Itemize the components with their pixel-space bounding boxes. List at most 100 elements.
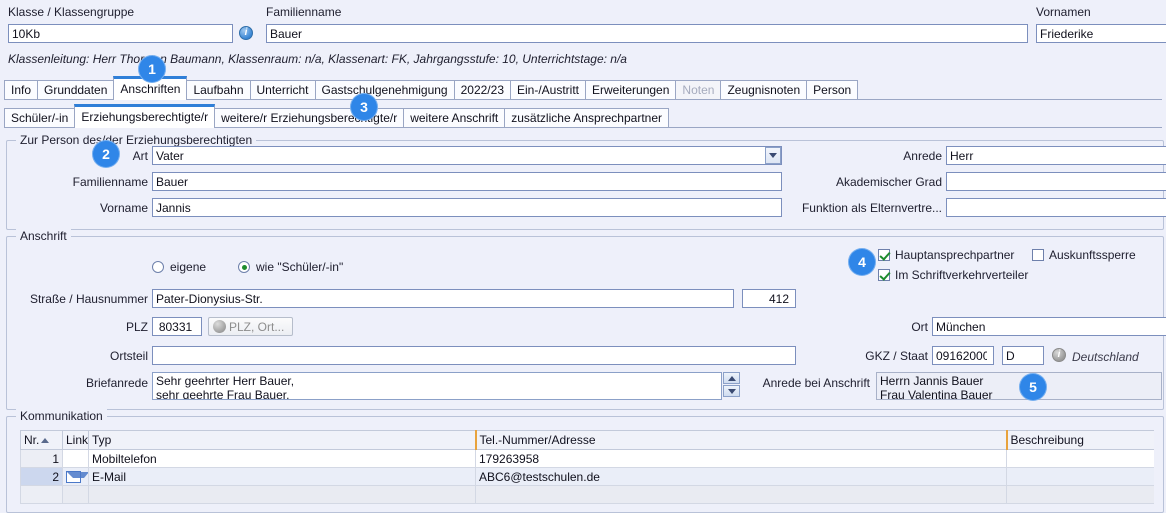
hausnummer-input[interactable] [742, 289, 796, 308]
plz-input[interactable] [152, 317, 202, 336]
ort-label: Ort [911, 320, 928, 334]
mail-icon[interactable] [66, 471, 88, 484]
tab-erweiterungen[interactable]: Erweiterungen [585, 80, 677, 100]
briefanrede-line-1: Sehr geehrter Herr Bauer, [156, 374, 295, 388]
plz-ort-button[interactable]: PLZ, Ort... [208, 317, 294, 336]
cell-typ: E-Mail [88, 467, 476, 486]
staat-input[interactable] [1002, 346, 1044, 365]
checkbox-schriftverkehrverteiler-label: Im Schriftverkehrverteiler [895, 268, 1029, 282]
cell-adresse [475, 485, 1007, 504]
info-icon[interactable]: i [239, 26, 253, 40]
tab-ein-austritt[interactable]: Ein-/Austritt [510, 80, 587, 100]
class-info-text: Klassenleitung: Herr Thorsten Baumann, K… [8, 52, 627, 66]
briefanrede-scroll-up[interactable] [723, 372, 740, 384]
familienname-header-label: Familienname [266, 5, 342, 19]
cell-beschreibung [1006, 449, 1154, 468]
briefanrede-textarea[interactable]: Sehr geehrter Herr Bauer, sehr geehrte F… [152, 372, 722, 400]
tab-gastschulgenehmigung[interactable]: Gastschulgenehmigung [314, 80, 455, 100]
anrede-label: Anrede [903, 149, 942, 163]
radio-eigene-label: eigene [170, 260, 207, 274]
column-header-nr[interactable]: Nr. [20, 430, 63, 450]
vornamen-header-label: Vornamen [1036, 5, 1091, 19]
checkbox-auskunftssperre-box [1032, 249, 1044, 261]
cell-link [62, 449, 89, 468]
subtab-sch-ler-in[interactable]: Schüler/-in [4, 108, 76, 128]
sort-ascending-icon [41, 438, 50, 444]
checkbox-schriftverkehrverteiler[interactable]: Im Schriftverkehrverteiler [878, 268, 1028, 282]
tab-person[interactable]: Person [806, 80, 859, 100]
radio-wie-schueler-indicator [238, 261, 250, 273]
tab-laufbahn[interactable]: Laufbahn [186, 80, 251, 100]
cell-nr: 1 [20, 449, 63, 468]
person-groupbox-title: Zur Person des/der Erziehungsberechtigte… [16, 133, 257, 147]
subtab-weitere-anschrift[interactable]: weitere Anschrift [403, 108, 506, 128]
ort-input[interactable] [932, 317, 1166, 336]
tab-info[interactable]: Info [4, 80, 39, 100]
tab-noten: Noten [675, 80, 722, 100]
cell-nr: 2 [20, 467, 63, 486]
column-header-beschreibung[interactable]: Beschreibung [1005, 430, 1154, 450]
application-window: Klasse / Klassengruppe i Familienname Vo… [0, 0, 1166, 513]
akademischer-grad-input[interactable] [946, 172, 1166, 191]
badge-2: 2 [92, 140, 120, 168]
main-tabstrip: Info Grunddaten Anschriften Laufbahn Unterri… [4, 76, 859, 100]
funktion-elternvertreter-label: Funktion als Elternvertre... [801, 201, 942, 215]
cell-beschreibung [1006, 485, 1154, 504]
checkbox-hauptansprechpartner[interactable]: Hauptansprechpartner [878, 248, 1014, 262]
badge-1: 1 [138, 55, 166, 83]
kommunikation-table-wrap[interactable]: Nr. Link Typ Tel.-Nummer/Adresse Beschreibun… [20, 430, 1154, 504]
cell-link [62, 467, 89, 486]
familienname-header-input[interactable] [266, 24, 1028, 43]
vorname-label: Vorname [99, 201, 148, 215]
kommunikation-groupbox-title: Kommunikation [16, 409, 107, 423]
column-header-tel-nummer-adresse[interactable]: Tel.-Nummer/Adresse [474, 430, 1007, 450]
strasse-label: Straße / Hausnummer [29, 292, 148, 306]
tab-grunddaten[interactable]: Grunddaten [37, 80, 115, 100]
subtab-zus-tzliche-ansprechpartner[interactable]: zusätzliche Ansprechpartner [504, 108, 669, 128]
sub-tabstrip: Schüler/-in Erziehungsberechtigte/r weiter… [4, 104, 669, 128]
info-icon-grey[interactable]: i [1052, 348, 1066, 362]
badge-3: 3 [350, 93, 378, 121]
cell-nr [20, 485, 63, 504]
tab-2022-23[interactable]: 2022/23 [453, 80, 511, 100]
subtab-erziehungsberechtigte-r[interactable]: Erziehungsberechtigte/r [74, 104, 216, 128]
ortsteil-label: Ortsteil [109, 349, 148, 363]
column-header-link[interactable]: Link [62, 430, 89, 450]
radio-eigene[interactable]: eigene [152, 260, 206, 274]
familienname-label: Familienname [72, 175, 148, 189]
vorname-input[interactable] [152, 198, 782, 217]
strasse-input[interactable] [152, 289, 734, 308]
chevron-down-icon[interactable] [765, 147, 781, 164]
badge-5: 5 [1019, 373, 1047, 401]
gkz-staat-label: GKZ / Staat [865, 349, 928, 363]
tab-unterricht[interactable]: Unterricht [249, 80, 316, 100]
familienname-input[interactable] [152, 172, 782, 191]
cell-link [62, 485, 89, 504]
radio-eigene-indicator [152, 261, 164, 273]
tab-zeugnisnoten[interactable]: Zeugnisnoten [720, 80, 808, 100]
table-row[interactable]: 2 E-Mail ABC6@testschulen.de [20, 467, 1154, 486]
staat-name-text: Deutschland [1072, 350, 1139, 364]
briefanrede-scroll-down[interactable] [723, 385, 740, 397]
table-row[interactable]: 1 Mobiltelefon 179263958 [20, 449, 1154, 468]
gkz-input[interactable] [932, 346, 994, 365]
badge-4: 4 [848, 248, 876, 276]
anrede-bei-anschrift-label: Anrede bei Anschrift [762, 376, 870, 390]
klasse-input[interactable] [8, 24, 233, 43]
ortsteil-input[interactable] [152, 346, 796, 365]
anrede-input[interactable] [946, 146, 1166, 165]
cell-beschreibung [1006, 467, 1154, 486]
cell-adresse: 179263958 [475, 449, 1007, 468]
briefanrede-line-2: sehr geehrte Frau Bauer, [156, 388, 290, 400]
radio-wie-schueler[interactable]: wie "Schüler/-in" [238, 260, 343, 274]
plz-ort-button-label: PLZ, Ort... [229, 319, 285, 334]
column-header-typ[interactable]: Typ [88, 430, 476, 450]
art-combobox-input[interactable] [152, 146, 782, 165]
funktion-elternvertreter-input[interactable] [946, 198, 1166, 217]
checkbox-hauptansprechpartner-box [878, 249, 890, 261]
checkbox-auskunftssperre[interactable]: Auskunftssperre [1032, 248, 1136, 262]
table-row[interactable] [20, 485, 1154, 504]
checkbox-hauptansprechpartner-label: Hauptansprechpartner [895, 248, 1015, 262]
vornamen-header-input[interactable] [1036, 24, 1166, 43]
checkbox-auskunftssperre-label: Auskunftssperre [1049, 248, 1136, 262]
